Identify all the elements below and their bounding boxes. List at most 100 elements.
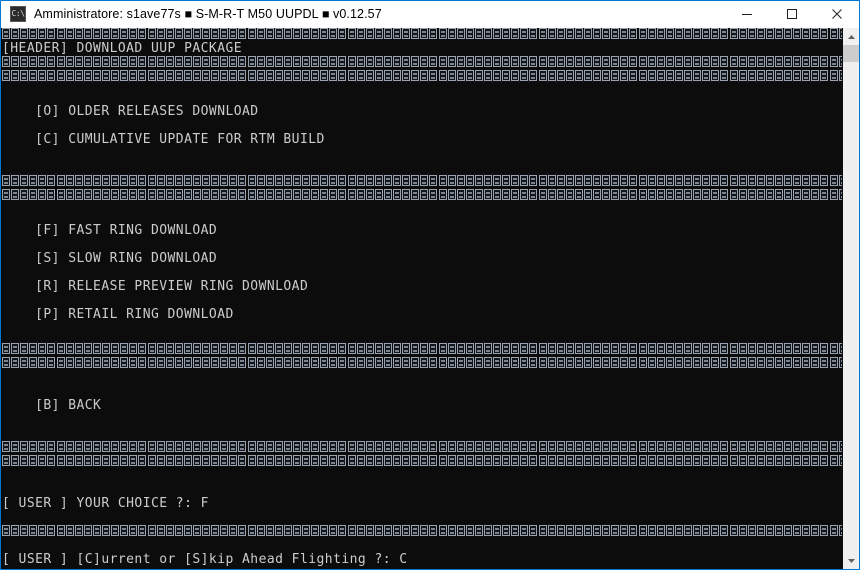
menu-item-slow-ring[interactable]: [S] SLOW RING DOWNLOAD bbox=[1, 252, 842, 266]
tofu-glyph bbox=[547, 343, 556, 354]
console-output[interactable]: [HEADER] DOWNLOAD UUP PACKAGE [O] OLDER … bbox=[1, 28, 842, 569]
tofu-glyph bbox=[493, 343, 502, 354]
tofu-glyph bbox=[20, 70, 29, 81]
tofu-glyph bbox=[2, 343, 10, 354]
tofu-glyph bbox=[247, 189, 256, 200]
tofu-glyph bbox=[665, 56, 674, 67]
close-button[interactable] bbox=[814, 0, 859, 28]
tofu-glyph bbox=[602, 28, 611, 39]
tofu-glyph bbox=[793, 343, 802, 354]
tofu-glyph bbox=[711, 28, 720, 39]
tofu-glyph bbox=[2, 455, 10, 466]
tofu-glyph bbox=[720, 70, 729, 81]
tofu-glyph bbox=[520, 175, 529, 186]
tofu-glyph bbox=[638, 56, 647, 67]
tofu-glyph bbox=[538, 441, 547, 452]
tofu-glyph bbox=[684, 343, 693, 354]
tofu-glyph bbox=[820, 525, 829, 536]
tofu-glyph bbox=[556, 70, 565, 81]
menu-item-retail-ring[interactable]: [P] RETAIL RING DOWNLOAD bbox=[1, 308, 842, 322]
tofu-glyph bbox=[283, 70, 292, 81]
prompt-current-or-skip-ahead[interactable]: [ USER ] [C]urrent or [S]kip Ahead Fligh… bbox=[1, 553, 842, 567]
tofu-glyph bbox=[47, 70, 56, 81]
tofu-glyph bbox=[620, 455, 629, 466]
tofu-glyph bbox=[293, 189, 301, 200]
menu-item-fast-ring[interactable]: [F] FAST RING DOWNLOAD bbox=[1, 224, 842, 238]
tofu-glyph bbox=[756, 56, 765, 67]
tofu-glyph bbox=[629, 455, 638, 466]
tofu-glyph bbox=[538, 455, 547, 466]
tofu-glyph bbox=[465, 343, 474, 354]
tofu-glyph bbox=[220, 70, 229, 81]
tofu-glyph bbox=[529, 525, 538, 536]
tofu-glyph bbox=[402, 28, 411, 39]
maximize-button[interactable] bbox=[769, 0, 814, 28]
tofu-glyph bbox=[356, 343, 365, 354]
tofu-glyph bbox=[29, 525, 38, 536]
tofu-glyph bbox=[402, 343, 411, 354]
prompt-your-choice[interactable]: [ USER ] YOUR CHOICE ?: F bbox=[1, 497, 842, 511]
tofu-glyph bbox=[47, 189, 56, 200]
tofu-glyph bbox=[729, 357, 738, 368]
tofu-glyph bbox=[602, 455, 611, 466]
tofu-glyph bbox=[811, 56, 820, 67]
scrollbar-track[interactable] bbox=[843, 45, 859, 552]
tofu-glyph bbox=[820, 28, 829, 39]
tofu-glyph bbox=[429, 455, 438, 466]
tofu-glyph bbox=[774, 56, 783, 67]
tofu-glyph bbox=[74, 70, 83, 81]
tofu-glyph bbox=[111, 343, 120, 354]
tofu-glyph bbox=[593, 175, 602, 186]
tofu-glyph bbox=[220, 28, 229, 39]
tofu-glyph bbox=[720, 525, 729, 536]
scroll-down-button[interactable] bbox=[843, 552, 859, 569]
tofu-glyph bbox=[747, 441, 756, 452]
tofu-glyph bbox=[202, 525, 211, 536]
tofu-glyph bbox=[574, 70, 583, 81]
tofu-glyph bbox=[211, 28, 220, 39]
tofu-glyph bbox=[556, 56, 565, 67]
tofu-glyph bbox=[702, 525, 711, 536]
tofu-glyph bbox=[656, 525, 665, 536]
tofu-glyph bbox=[538, 56, 547, 67]
tofu-glyph bbox=[347, 357, 356, 368]
tofu-glyph bbox=[102, 441, 111, 452]
tofu-glyph bbox=[547, 525, 556, 536]
scroll-up-button[interactable] bbox=[843, 28, 859, 45]
tofu-glyph bbox=[365, 455, 374, 466]
tofu-glyph bbox=[738, 441, 747, 452]
window-controls bbox=[724, 0, 859, 28]
minimize-button[interactable] bbox=[724, 0, 769, 28]
tofu-glyph bbox=[565, 189, 574, 200]
tofu-glyph bbox=[656, 70, 665, 81]
tofu-glyph bbox=[529, 175, 538, 186]
tofu-glyph bbox=[483, 343, 492, 354]
tofu-glyph bbox=[356, 28, 365, 39]
tofu-glyph bbox=[493, 441, 502, 452]
title-bar[interactable]: C:\ Amministratore: s1ave77s ■ S-M-R-T M… bbox=[1, 0, 859, 28]
tofu-glyph bbox=[438, 455, 447, 466]
menu-item-release-preview-ring[interactable]: [R] RELEASE PREVIEW RING DOWNLOAD bbox=[1, 280, 842, 294]
tofu-glyph bbox=[274, 56, 283, 67]
tofu-glyph bbox=[192, 455, 201, 466]
tofu-glyph bbox=[420, 189, 429, 200]
tofu-glyph bbox=[538, 175, 547, 186]
tofu-glyph bbox=[320, 343, 329, 354]
tofu-glyph bbox=[374, 56, 383, 67]
menu-item-back[interactable]: [B] BACK bbox=[1, 399, 842, 413]
menu-item-older-releases[interactable]: [O] OLDER RELEASES DOWNLOAD bbox=[1, 105, 842, 119]
tofu-glyph bbox=[584, 175, 592, 186]
tofu-glyph bbox=[229, 455, 238, 466]
menu-item-cumulative-update[interactable]: [C] CUMULATIVE UPDATE FOR RTM BUILD bbox=[1, 133, 842, 147]
tofu-glyph bbox=[247, 455, 256, 466]
vertical-scrollbar[interactable] bbox=[842, 28, 859, 569]
tofu-glyph bbox=[774, 175, 783, 186]
tofu-glyph bbox=[129, 441, 138, 452]
tofu-glyph bbox=[420, 357, 429, 368]
scrollbar-thumb[interactable] bbox=[843, 45, 859, 62]
tofu-glyph bbox=[602, 175, 611, 186]
tofu-glyph bbox=[274, 455, 283, 466]
tofu-glyph bbox=[220, 357, 229, 368]
tofu-glyph bbox=[83, 70, 92, 81]
